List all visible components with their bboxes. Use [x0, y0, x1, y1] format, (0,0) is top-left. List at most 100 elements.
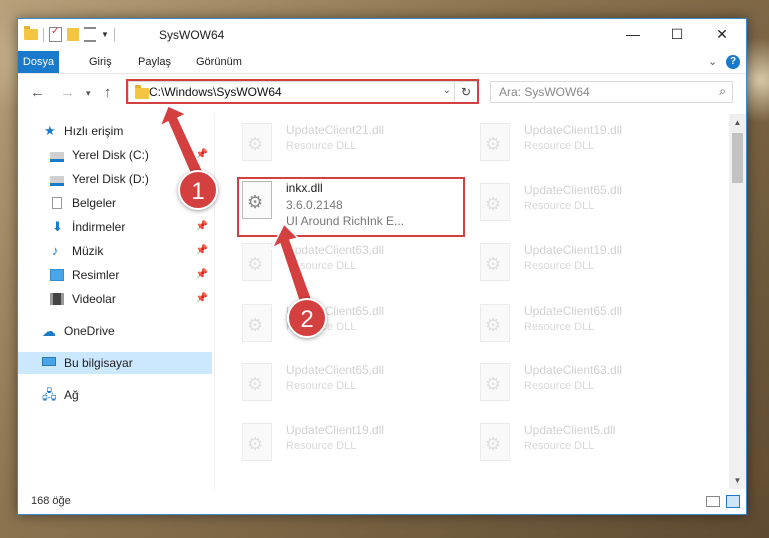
tab-view[interactable]: Görünüm — [188, 51, 250, 73]
sidebar-item-quick-access[interactable]: ★ Hızlı erişim — [18, 120, 212, 142]
help-icon[interactable]: ? — [726, 55, 740, 69]
dll-file-icon — [242, 304, 272, 342]
video-icon — [50, 293, 64, 305]
sidebar-item-label: Müzik — [72, 244, 104, 258]
file-item[interactable]: UpdateClient21.dll Resource DLL — [238, 119, 463, 177]
file-name: UpdateClient5.dll — [524, 423, 616, 437]
music-icon: ♪ — [52, 243, 59, 258]
forward-icon[interactable]: → — [60, 84, 75, 101]
folder-icon — [24, 26, 38, 40]
minimize-button[interactable]: — — [610, 19, 656, 49]
sidebar-item-local-disk-c[interactable]: Yerel Disk (C:) 📌 — [18, 144, 212, 166]
pin-icon: 📌 — [195, 221, 208, 232]
file-name: UpdateClient65.dll — [286, 363, 385, 377]
file-item[interactable]: UpdateClient19.dll Resource DLL — [476, 119, 701, 177]
file-name: UpdateClient19.dll — [524, 123, 623, 137]
large-icons-view-icon[interactable] — [726, 495, 740, 508]
tab-file[interactable]: Dosya — [18, 51, 59, 73]
explorer-window: ▼ SysWOW64 — ☐ ✕ Dosya Giriş Paylaş Görü… — [17, 18, 747, 515]
item-count: 168 öğe — [31, 495, 71, 507]
network-icon: 🖧 — [42, 387, 57, 402]
file-name: UpdateClient19.dll — [524, 243, 623, 257]
dll-file-icon — [480, 304, 510, 342]
dll-file-icon — [242, 363, 272, 401]
view-icon[interactable] — [84, 27, 96, 42]
download-icon: ⬇ — [52, 219, 63, 234]
scroll-down-icon[interactable]: ▼ — [729, 472, 746, 489]
search-input[interactable]: Ara: SysWOW64 — [499, 85, 590, 99]
file-name: UpdateClient63.dll — [286, 243, 385, 257]
sidebar-item-label: Belgeler — [72, 196, 117, 210]
vertical-scrollbar[interactable]: ▲ ▼ — [729, 114, 746, 489]
toolbar-separator — [43, 27, 44, 42]
close-button[interactable]: ✕ — [699, 19, 745, 49]
file-name: UpdateClient63.dll — [524, 363, 623, 377]
sidebar-item-downloads[interactable]: ⬇ İndirmeler 📌 — [18, 216, 212, 238]
file-highlight-box — [237, 177, 465, 237]
dll-file-icon — [242, 423, 272, 461]
file-type: Resource DLL — [286, 440, 357, 452]
cloud-icon: ☁ — [42, 323, 56, 339]
file-name: UpdateClient65.dll — [524, 304, 623, 318]
back-icon[interactable]: ← — [30, 84, 45, 101]
callout-1: 1 — [178, 170, 218, 210]
search-icon[interactable]: ⌕ — [719, 84, 726, 99]
scroll-up-icon[interactable]: ▲ — [729, 114, 746, 131]
file-item[interactable]: UpdateClient5.dll Resource DLL — [476, 419, 701, 477]
file-type: Resource DLL — [286, 380, 357, 392]
window-title: SysWOW64 — [159, 28, 225, 42]
file-type: Resource DLL — [524, 140, 595, 152]
drive-icon — [50, 152, 64, 162]
dll-file-icon — [480, 363, 510, 401]
new-folder-icon[interactable] — [67, 28, 79, 41]
pin-icon: 📌 — [195, 245, 208, 256]
sidebar-item-label: Ağ — [64, 388, 79, 402]
sidebar-item-label: Resimler — [72, 268, 120, 282]
file-type: Resource DLL — [286, 260, 357, 272]
pane-divider — [214, 114, 215, 489]
file-item[interactable]: UpdateClient19.dll Resource DLL — [238, 419, 463, 477]
navigation-pane: ★ Hızlı erişim Yerel Disk (C:) 📌 Yerel D… — [18, 114, 212, 489]
computer-icon — [42, 357, 56, 366]
file-item[interactable]: UpdateClient63.dll Resource DLL — [476, 359, 701, 417]
file-type: Resource DLL — [524, 321, 595, 333]
navigation-bar: ← → ▾ ↑ C:\Windows\SysWOW64 ⌄ ↻ Ara: Sys… — [18, 74, 746, 112]
maximize-button[interactable]: ☐ — [654, 19, 700, 49]
tab-home[interactable]: Giriş — [81, 51, 120, 73]
star-icon: ★ — [44, 123, 56, 138]
file-item[interactable]: UpdateClient65.dll Resource DLL — [476, 300, 701, 358]
file-item[interactable]: UpdateClient63.dll Resource DLL — [238, 239, 463, 297]
sidebar-item-pictures[interactable]: Resimler 📌 — [18, 264, 212, 286]
sidebar-item-network[interactable]: 🖧 Ağ — [18, 384, 212, 406]
file-type: Resource DLL — [286, 140, 357, 152]
sidebar-item-onedrive[interactable]: ☁ OneDrive — [18, 320, 212, 342]
status-bar: 168 öğe — [18, 490, 746, 514]
sidebar-item-music[interactable]: ♪ Müzik 📌 — [18, 240, 212, 262]
search-box[interactable]: Ara: SysWOW64 ⌕ — [490, 81, 733, 103]
file-item[interactable]: UpdateClient65.dll Resource DLL — [238, 300, 463, 358]
file-type: Resource DLL — [524, 380, 595, 392]
sidebar-item-label: Hızlı erişim — [64, 124, 124, 138]
expand-ribbon-icon[interactable]: ⌄ — [708, 55, 717, 68]
customize-toolbar-icon[interactable]: ▼ — [101, 30, 109, 39]
recent-locations-icon[interactable]: ▾ — [86, 88, 91, 99]
scroll-thumb[interactable] — [732, 133, 743, 183]
sidebar-item-label: Bu bilgisayar — [64, 356, 133, 370]
pictures-icon — [50, 269, 64, 281]
sidebar-item-label: Yerel Disk (D:) — [72, 172, 149, 186]
details-view-icon[interactable] — [706, 496, 720, 507]
properties-icon[interactable] — [49, 26, 62, 42]
file-type: Resource DLL — [524, 260, 595, 272]
document-icon — [52, 197, 62, 209]
sidebar-item-videos[interactable]: Videolar 📌 — [18, 288, 212, 310]
dll-file-icon — [242, 243, 272, 281]
tab-share[interactable]: Paylaş — [130, 51, 179, 73]
ribbon-tabs: Dosya Giriş Paylaş Görünüm ⌄ ? — [18, 51, 746, 74]
file-item[interactable]: UpdateClient19.dll Resource DLL — [476, 239, 701, 297]
file-type: Resource DLL — [524, 440, 595, 452]
up-icon[interactable]: ↑ — [104, 84, 112, 101]
file-item[interactable]: UpdateClient65.dll Resource DLL — [476, 179, 701, 237]
sidebar-item-this-pc[interactable]: Bu bilgisayar — [18, 352, 212, 374]
file-item[interactable]: UpdateClient65.dll Resource DLL — [238, 359, 463, 417]
dll-file-icon — [480, 243, 510, 281]
